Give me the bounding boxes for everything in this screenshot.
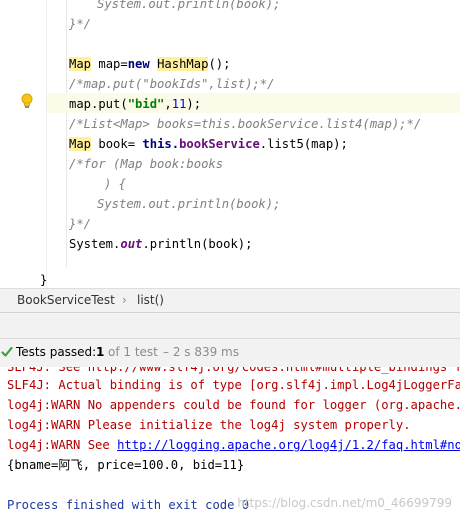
indent-guide	[66, 0, 67, 268]
code-line-println[interactable]: System.out.println(book);	[69, 234, 252, 254]
tests-total: of 1 test	[108, 345, 158, 359]
code-line[interactable]: ) {	[69, 174, 126, 194]
code-line[interactable]: System.out.println(book);	[69, 0, 280, 14]
code-editor[interactable]: System.out.println(book); }*/ Map map=ne…	[0, 0, 460, 288]
check-icon	[1, 346, 13, 357]
tests-passed-count: 1	[96, 345, 105, 359]
editor-gutter	[0, 0, 46, 288]
console-exit-line: Process finished with exit code 0	[7, 498, 250, 512]
console-line: log4j:WARN No appenders could be found f…	[7, 398, 460, 412]
code-line-book-decl[interactable]: Map book= this.bookService.list5(map);	[69, 134, 348, 154]
watermark: https://blog.csdn.net/m0_46699799	[237, 496, 452, 510]
faq-link[interactable]: http://logging.apache.org/log4j/1.2/faq.…	[117, 438, 460, 452]
code-line-closing-brace[interactable]: }	[40, 270, 47, 288]
code-line[interactable]: /*map.put("bookIds",list);*/	[69, 74, 274, 94]
code-line[interactable]: System.out.println(book);	[69, 194, 280, 214]
test-status-bar: Tests passed: 1 of 1 test – 2 s 839 ms	[0, 338, 460, 368]
run-toolbar	[0, 312, 460, 339]
gutter-separator	[46, 0, 47, 288]
tests-duration: – 2 s 839 ms	[163, 345, 239, 359]
lightbulb-icon[interactable]	[20, 93, 34, 109]
console-line: SLF4J: Actual binding is of type [org.sl…	[7, 378, 460, 392]
code-line[interactable]: /*List<Map> books=this.bookService.list4…	[69, 114, 421, 134]
console-line: log4j:WARN See http://logging.apache.org…	[7, 435, 460, 455]
tests-passed-label: Tests passed:	[16, 345, 97, 359]
code-line[interactable]: /*for (Map book:books	[69, 154, 223, 174]
console-line: log4j:WARN Please initialize the log4j s…	[7, 418, 411, 432]
console-result-line: {bname=阿飞, price=100.0, bid=11}	[7, 458, 245, 472]
code-line-put-bid[interactable]: map.put("bid",11);	[69, 94, 201, 114]
code-line-map-decl[interactable]: Map map=new HashMap();	[69, 54, 230, 74]
breadcrumb-class[interactable]: BookServiceTest	[17, 293, 115, 307]
code-line[interactable]: }*/	[69, 214, 91, 234]
code-line[interactable]: }*/	[69, 14, 91, 34]
breadcrumb: BookServiceTest › list()	[0, 288, 460, 313]
breadcrumb-method[interactable]: list()	[137, 293, 164, 307]
breadcrumb-separator: ›	[122, 293, 127, 307]
